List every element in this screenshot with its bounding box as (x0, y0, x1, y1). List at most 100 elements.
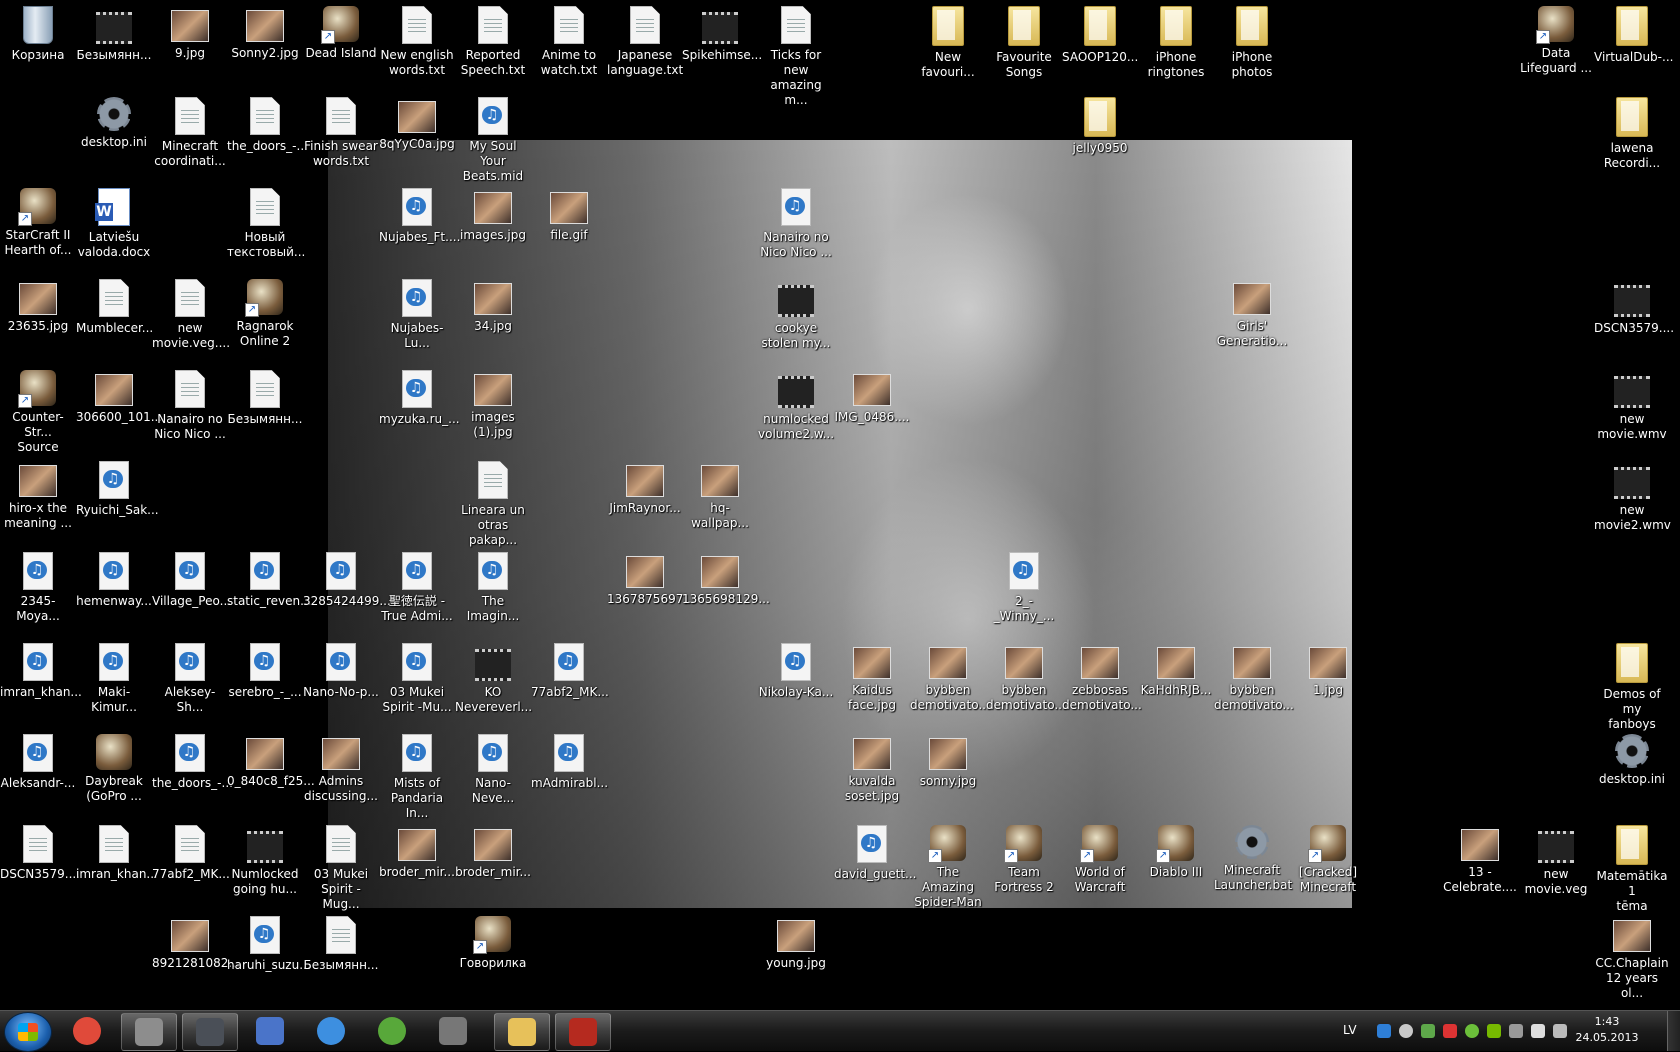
desktop-icon[interactable]: Безымянн... (76, 0, 152, 90)
desktop-icon[interactable]: bybben demotivato... (910, 637, 990, 727)
desktop-icon[interactable]: Ticks for new amazing m... (758, 0, 834, 107)
desktop-icon[interactable]: VirtualDub-... (1594, 0, 1673, 90)
desktop-icon[interactable]: kuvalda soset.jpg (834, 728, 910, 818)
desktop-icon[interactable]: New english words.txt (379, 0, 455, 90)
desktop-icon[interactable]: Maki-Kimur... (76, 637, 152, 727)
desktop-icon[interactable]: Admins discussing... (303, 728, 379, 818)
taskbar-button[interactable] (304, 1013, 358, 1049)
desktop-icon[interactable]: Demos of my fanboys (1594, 637, 1670, 731)
desktop-icon[interactable]: Безымянн... (303, 910, 379, 1000)
start-button[interactable] (4, 1012, 52, 1052)
desktop-icon[interactable]: broder_mir... (379, 819, 455, 909)
desktop-icon[interactable]: Новый текстовый... (227, 182, 305, 272)
desktop-icon[interactable]: DSCN3579.... (0, 819, 80, 909)
desktop-icon[interactable]: Anime to watch.txt (531, 0, 607, 90)
desktop-icon[interactable]: Aleksey-Sh... (152, 637, 228, 727)
desktop-icon[interactable]: 1.jpg (1290, 637, 1366, 727)
desktop-icon[interactable]: My Soul Your Beats.mid (455, 91, 531, 183)
show-desktop-button[interactable] (1667, 1011, 1680, 1051)
desktop-icon[interactable]: Sonny2.jpg (227, 0, 303, 90)
desktop-icon[interactable]: Nujabes-Lu... (379, 273, 455, 363)
desktop-icon[interactable]: The Amazing Spider-Man (910, 819, 986, 909)
desktop-icon[interactable]: Dead Island (303, 0, 379, 90)
desktop-icon[interactable]: Finish swear words.txt (303, 91, 379, 181)
desktop-icon[interactable]: haruhi_suzu... (227, 910, 311, 1000)
desktop-icon[interactable]: desktop.ini (76, 91, 152, 181)
desktop-icon[interactable]: 2345-Moya... (0, 546, 76, 636)
desktop-icon[interactable]: Daybreak (GoPro ... (76, 728, 152, 818)
desktop-icon[interactable]: Japanese language.txt (607, 0, 683, 90)
desktop-icon[interactable]: World of Warcraft (1062, 819, 1138, 909)
taskbar-button[interactable] (182, 1013, 238, 1051)
desktop-icon[interactable]: StarCraft II Hearth of... (0, 182, 76, 272)
desktop-icon[interactable]: young.jpg (758, 910, 834, 1000)
taskbar-button[interactable] (494, 1013, 550, 1051)
desktop-icon[interactable]: Корзина (0, 0, 76, 90)
desktop-icon[interactable]: mAdmirabl... (531, 728, 608, 818)
desktop-icon[interactable]: imran_khan... (0, 637, 82, 727)
taskbar-button[interactable] (243, 1013, 297, 1049)
desktop-icon[interactable]: Spikehimse... (682, 0, 762, 90)
network-tray-icon[interactable] (1421, 1024, 1435, 1038)
desktop-icon[interactable]: [Cracked] Minecraft (1290, 819, 1366, 909)
desktop-icon[interactable]: 03 Mukei Spirit -Mug... (303, 819, 379, 911)
desktop-icon[interactable]: sonny.jpg (910, 728, 986, 818)
desktop-icon[interactable]: 23635.jpg (0, 273, 76, 363)
steam-tray-icon[interactable] (1399, 1024, 1413, 1038)
desktop-icon[interactable]: JimRaynor... (607, 455, 683, 545)
desktop-icon[interactable]: 77abf2_MK... (152, 819, 230, 909)
desktop-icon[interactable]: Ryuichi_Sak... (76, 455, 159, 545)
desktop-icon[interactable]: Girls' Generatio... (1214, 273, 1290, 363)
display-tray-icon[interactable] (1509, 1024, 1523, 1038)
flag-tray-icon[interactable] (1531, 1024, 1545, 1038)
desktop-icon[interactable]: Favourite Songs (986, 0, 1062, 90)
desktop-icon[interactable]: Nano-Neve... (455, 728, 531, 818)
desktop-icon[interactable]: SAOOP120... (1062, 0, 1138, 90)
desktop-icon[interactable]: 3285424499... (303, 546, 391, 636)
desktop-icon[interactable]: images.jpg (455, 182, 531, 272)
desktop-icon[interactable]: Matemātika 1 tēma (1594, 819, 1670, 913)
taskbar-button[interactable] (60, 1013, 114, 1049)
desktop-icon[interactable]: Безымянн... (227, 364, 303, 454)
desktop-icon[interactable]: david_guett... (834, 819, 916, 909)
desktop-icon[interactable]: 聖徳伝説 - True Admi... (379, 546, 455, 636)
desktop-icon[interactable]: Nujabes_Ft.... (379, 182, 460, 272)
desktop-icon[interactable]: Nano-No-p... (303, 637, 379, 727)
desktop-icon[interactable]: iPhone ringtones (1138, 0, 1214, 90)
desktop-icon[interactable]: 9.jpg (152, 0, 228, 90)
desktop-icon[interactable]: new movie2.wmv (1594, 455, 1671, 545)
desktop-icon[interactable]: broder_mir... (455, 819, 531, 909)
power-tray-icon[interactable] (1553, 1024, 1567, 1038)
desktop-icon[interactable]: CC.Chaplain 12 years ol... (1594, 910, 1670, 1000)
desktop-icon[interactable]: Mists of Pandaria In... (379, 728, 455, 820)
taskbar-button[interactable] (121, 1013, 177, 1051)
desktop-icon[interactable]: zebbosas demotivato... (1062, 637, 1142, 727)
desktop-icon[interactable]: bybben demotivato... (986, 637, 1066, 727)
desktop-icon[interactable]: Говорилка (455, 910, 531, 1000)
desktop-icon[interactable]: 8qYyC0a.jpg (379, 91, 455, 181)
desktop-icon[interactable]: bybben demotivato... (1214, 637, 1294, 727)
desktop-icon[interactable]: Aleksandr-... (0, 728, 76, 818)
desktop-icon[interactable]: jelly0950 (1062, 91, 1138, 181)
taskbar-button[interactable] (555, 1013, 611, 1051)
desktop-icon[interactable]: 2_-_Winny_... (986, 546, 1062, 636)
desktop-icon[interactable]: myzuka.ru_... (379, 364, 460, 454)
desktop-icon[interactable]: Nanairo no Nico Nico ... (152, 364, 228, 454)
taskbar-button[interactable] (365, 1013, 419, 1049)
desktop-icon[interactable]: serebro_-_... (227, 637, 303, 727)
taskbar-button[interactable] (426, 1013, 480, 1049)
desktop-icon[interactable]: file.gif (531, 182, 607, 272)
desktop-icon[interactable]: imran_khan... (76, 819, 158, 909)
desktop-icon[interactable]: 0_840c8_f25... (227, 728, 315, 818)
desktop-icon[interactable]: KO Nevereverl... (455, 637, 532, 727)
desktop-icon[interactable]: New favouri... (910, 0, 986, 90)
desktop-icon[interactable]: 03 Mukei Spirit -Mu... (379, 637, 455, 727)
desktop-icon[interactable]: Minecraft Launcher.bat (1214, 819, 1292, 909)
desktop-icon[interactable]: Minecraft coordinati... (152, 91, 228, 181)
desktop-icon[interactable]: Latviešu valoda.docx (76, 182, 152, 272)
desktop-icon[interactable]: numlocked volume2.w... (758, 364, 834, 454)
desktop-icon[interactable]: Village_Peo... (152, 546, 231, 636)
desktop-icon[interactable]: static_reven... (227, 546, 312, 636)
desktop-icon[interactable]: Team Fortress 2 (986, 819, 1062, 909)
desktop-icon[interactable]: 8921281082... (152, 910, 240, 1000)
